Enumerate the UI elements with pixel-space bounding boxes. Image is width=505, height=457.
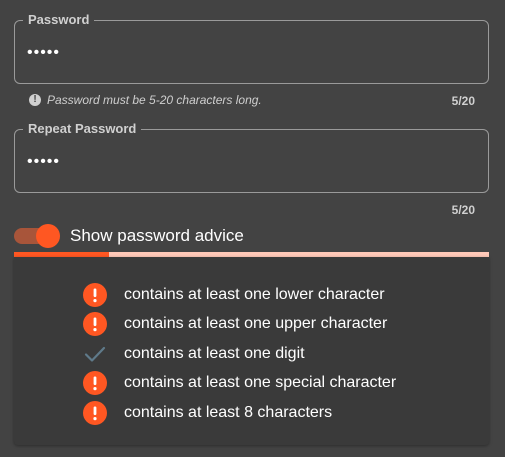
password-advice-toggle[interactable]	[14, 224, 60, 248]
advice-item-text: contains at least one digit	[124, 344, 305, 362]
repeat-password-char-counter: 5/20	[451, 203, 475, 217]
password-label: Password	[23, 12, 95, 28]
exclamation-circle-icon	[83, 312, 107, 337]
repeat-password-input[interactable]: •••••	[27, 154, 60, 170]
password-field[interactable]: Password •••••	[14, 12, 489, 84]
advice-item: contains at least 8 characters	[83, 398, 396, 428]
advice-item-text: contains at least one upper character	[124, 315, 388, 333]
toggle-knob[interactable]	[36, 224, 60, 248]
repeat-password-label: Repeat Password	[23, 121, 142, 137]
password-char-counter: 5/20	[451, 94, 475, 108]
password-form: Password ••••• ! Password must be 5-20 c…	[0, 0, 505, 457]
password-advice-panel: contains at least one lower character con…	[14, 257, 489, 445]
password-input[interactable]: •••••	[27, 45, 60, 61]
repeat-password-field[interactable]: Repeat Password •••••	[14, 121, 489, 193]
password-hint-text: Password must be 5-20 characters long.	[47, 93, 262, 107]
exclamation-circle-icon	[83, 371, 107, 396]
advice-item-text: contains at least one lower character	[124, 285, 385, 303]
password-advice-toggle-row[interactable]: Show password advice	[14, 224, 244, 248]
advice-item-text: contains at least one special character	[124, 374, 397, 392]
exclamation-circle-icon	[83, 400, 107, 425]
password-advice-list: contains at least one lower character con…	[83, 280, 396, 428]
check-icon	[83, 342, 107, 366]
exclamation-circle-icon	[83, 282, 107, 307]
advice-item-text: contains at least 8 characters	[124, 403, 333, 421]
info-icon: !	[29, 94, 41, 106]
advice-item: contains at least one upper character	[83, 310, 396, 340]
advice-item: contains at least one special character	[83, 369, 396, 399]
password-advice-toggle-label[interactable]: Show password advice	[70, 226, 244, 246]
advice-item: contains at least one lower character	[83, 280, 396, 310]
advice-item: contains at least one digit	[83, 339, 396, 369]
password-hint: ! Password must be 5-20 characters long.	[29, 93, 262, 107]
